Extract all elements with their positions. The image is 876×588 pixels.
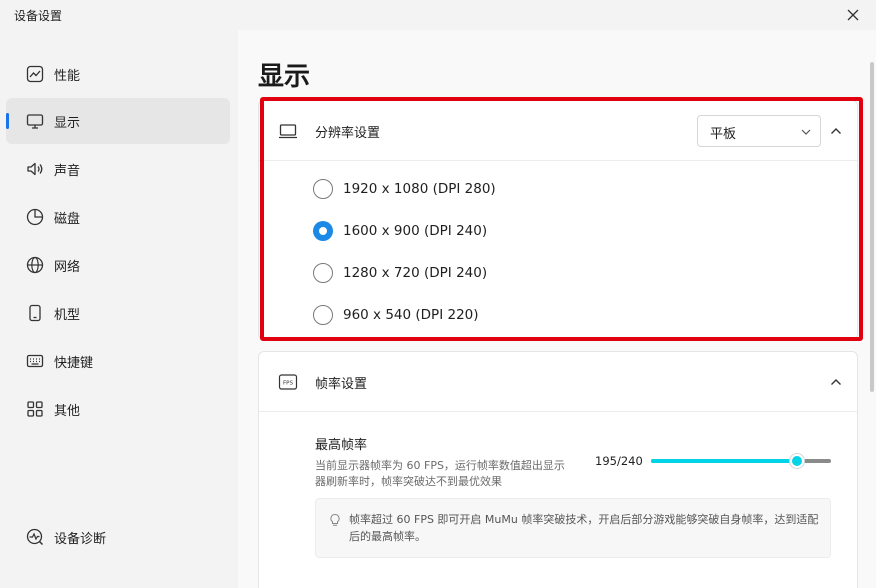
chevron-down-icon — [801, 129, 811, 135]
fps-icon-text: FPS — [283, 381, 293, 387]
sidebar-item-disk[interactable]: 磁盘 — [6, 194, 230, 240]
sidebar-item-performance[interactable]: 性能 — [6, 51, 230, 97]
sidebar-item-label: 性能 — [54, 68, 81, 84]
radio-button-selected[interactable] — [313, 221, 333, 241]
resolution-option-960[interactable]: 960 x 540 (DPI 220) — [313, 303, 479, 327]
chevron-up-icon — [831, 128, 841, 134]
radio-button[interactable] — [313, 305, 333, 325]
sidebar-item-shortcuts[interactable]: 快捷键 — [6, 338, 230, 384]
speaker-icon — [25, 159, 45, 179]
max-fps-description: 当前显示器帧率为 60 FPS，运行帧率数值超出显示器刷新率时，帧率突破达不到最… — [315, 459, 565, 488]
max-fps-value: 195/240 — [595, 454, 643, 468]
sidebar-item-label: 显示 — [54, 115, 81, 131]
resolution-title: 分辨率设置 — [315, 126, 381, 141]
performance-chart-icon — [25, 64, 45, 84]
grid-icon — [25, 399, 45, 419]
sidebar-item-label: 其他 — [54, 403, 81, 419]
resolution-option-1920[interactable]: 1920 x 1080 (DPI 280) — [313, 177, 496, 201]
disk-pie-icon — [25, 207, 45, 227]
close-button[interactable] — [840, 3, 866, 27]
monitor-icon — [25, 111, 45, 131]
radio-button[interactable] — [313, 179, 333, 199]
globe-icon — [25, 255, 45, 275]
sidebar: 性能 显示 声音 磁盘 网络 机型 快捷键 其他 设备诊断 — [0, 30, 238, 588]
sidebar-item-device-model[interactable]: 机型 — [6, 290, 230, 336]
resolution-card: 分辨率设置 平板 1920 x 1080 (DPI 280) 1600 x 90… — [258, 100, 858, 340]
framerate-tip-text: 帧率超过 60 FPS 即可开启 MuMu 帧率突破技术，开启后部分游戏能够突破… — [349, 513, 819, 543]
radio-label: 1280 x 720 (DPI 240) — [343, 265, 488, 281]
max-fps-slider[interactable] — [651, 452, 831, 470]
diagnostics-icon — [25, 527, 45, 547]
device-mode-value: 平板 — [710, 127, 737, 142]
sidebar-item-label: 声音 — [54, 163, 81, 179]
resolution-option-1280[interactable]: 1280 x 720 (DPI 240) — [313, 261, 487, 285]
resolution-option-1600[interactable]: 1600 x 900 (DPI 240) — [313, 219, 487, 243]
sidebar-item-display[interactable]: 显示 — [6, 98, 230, 144]
sidebar-item-label: 网络 — [54, 259, 81, 275]
phone-icon — [25, 303, 45, 323]
title-bar: 设备设置 — [0, 0, 876, 30]
sidebar-item-label: 机型 — [54, 307, 81, 323]
framerate-title: 帧率设置 — [315, 377, 368, 392]
slider-thumb[interactable] — [790, 454, 805, 468]
scrollbar[interactable] — [870, 62, 874, 392]
device-mode-select[interactable]: 平板 — [697, 115, 821, 147]
keyboard-icon — [25, 351, 45, 371]
collapse-resolution-button[interactable] — [825, 120, 847, 142]
slider-fill — [651, 459, 798, 463]
radio-label: 1920 x 1080 (DPI 280) — [343, 181, 496, 197]
resolution-card-header[interactable]: 分辨率设置 平板 — [259, 101, 857, 161]
window-title: 设备设置 — [14, 9, 63, 23]
radio-label: 1600 x 900 (DPI 240) — [343, 223, 488, 239]
close-icon — [847, 9, 859, 21]
collapse-framerate-button[interactable] — [825, 371, 847, 393]
lightbulb-icon — [330, 513, 340, 526]
laptop-icon — [278, 121, 298, 141]
main-panel: 显示 分辨率设置 平板 1920 x 1080 (DPI 280) 1600 x… — [238, 30, 876, 588]
radio-button[interactable] — [313, 263, 333, 283]
framerate-card: FPS 帧率设置 最高帧率 当前显示器帧率为 60 FPS，运行帧率数值超出显示… — [258, 351, 858, 588]
sidebar-item-label: 设备诊断 — [54, 531, 107, 547]
framerate-card-header[interactable]: FPS 帧率设置 — [259, 352, 857, 412]
sidebar-item-label: 磁盘 — [54, 211, 81, 227]
page-title: 显示 — [258, 62, 311, 92]
sidebar-item-network[interactable]: 网络 — [6, 242, 230, 288]
sidebar-item-label: 快捷键 — [54, 355, 94, 371]
sidebar-item-diagnostics[interactable]: 设备诊断 — [6, 514, 230, 560]
sidebar-item-sound[interactable]: 声音 — [6, 146, 230, 192]
chevron-up-icon — [831, 379, 841, 385]
framerate-tip-box: 帧率超过 60 FPS 即可开启 MuMu 帧率突破技术，开启后部分游戏能够突破… — [315, 498, 831, 558]
radio-label: 960 x 540 (DPI 220) — [343, 307, 479, 323]
max-fps-title: 最高帧率 — [315, 438, 368, 453]
sidebar-item-other[interactable]: 其他 — [6, 386, 230, 432]
fps-icon: FPS — [278, 372, 298, 392]
